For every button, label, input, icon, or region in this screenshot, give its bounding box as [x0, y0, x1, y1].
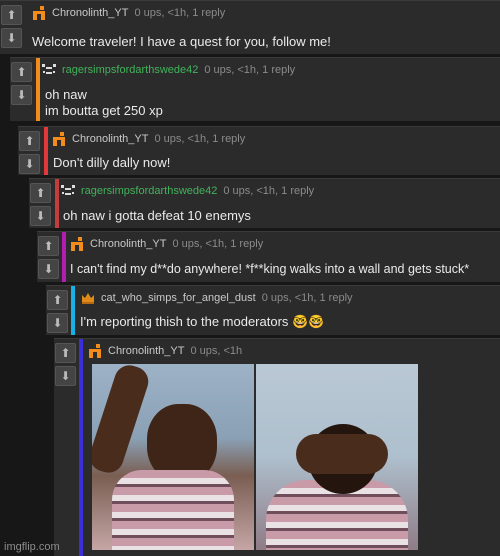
comment-meta: 0 ups, <1h, 1 reply — [261, 292, 353, 304]
comment-text: oh naw im boutta get 250 xp — [45, 87, 163, 118]
orange-r-logo-icon — [89, 344, 101, 358]
comment-3: ⬆ ⬇ Chronolinth_YT 0 ups, <1h, 1 reply D… — [18, 126, 500, 175]
thread-bar — [62, 232, 66, 282]
comment-2: ⬆ ⬇ ragersimpsfordarthswede42 0 ups, <1h… — [10, 57, 500, 121]
comment-username[interactable]: Chronolinth_YT — [52, 7, 128, 19]
comment-6: ⬆ ⬇ cat_who_simps_for_angel_dust 0 ups, … — [46, 285, 500, 335]
comment-username[interactable]: ragersimpsfordarthswede42 — [62, 64, 198, 76]
comment-username[interactable]: Chronolinth_YT — [108, 345, 184, 357]
comment-meta: 0 ups, <1h, 1 reply — [204, 64, 296, 76]
vote-column: ⬆ ⬇ — [10, 58, 33, 105]
comment-username[interactable]: Chronolinth_YT — [72, 133, 148, 145]
comment-header: ragersimpsfordarthswede42 0 ups, <1h, 1 … — [61, 184, 314, 198]
comment-text: I can't find my d**do anywhere! *f**king… — [70, 262, 470, 276]
vote-column: ⬆ ⬇ — [29, 179, 52, 226]
comment-meta: 0 ups, <1h, 1 reply — [154, 133, 246, 145]
downvote-button[interactable]: ⬇ — [38, 259, 59, 279]
upvote-button[interactable]: ⬆ — [47, 290, 68, 310]
thread-bar — [36, 58, 40, 121]
orange-r-logo-icon — [71, 237, 83, 251]
crown-icon — [82, 293, 94, 304]
downvote-button[interactable]: ⬇ — [47, 313, 68, 333]
thread-bar — [55, 179, 59, 228]
orange-r-logo-icon — [33, 6, 45, 20]
comment-text: Welcome traveler! I have a quest for you… — [32, 34, 331, 49]
thread-bar — [79, 339, 83, 556]
thread-bar — [71, 286, 75, 335]
vote-column: ⬆ ⬇ — [46, 286, 69, 333]
comment-header: Chronolinth_YT 0 ups, <1h, 1 reply — [70, 237, 263, 251]
upvote-button[interactable]: ⬆ — [38, 236, 59, 256]
comment-username[interactable]: cat_who_simps_for_angel_dust — [101, 292, 256, 304]
downvote-button[interactable]: ⬇ — [11, 85, 32, 105]
comment-meta: 0 ups, <1h, 1 reply — [134, 7, 226, 19]
comment-username[interactable]: ragersimpsfordarthswede42 — [81, 185, 217, 197]
comment-text: oh naw i gotta defeat 10 enemys — [63, 208, 251, 223]
orange-r-logo-icon — [53, 132, 65, 146]
downvote-button[interactable]: ⬇ — [1, 28, 22, 48]
upvote-button[interactable]: ⬆ — [1, 5, 22, 25]
comment-username[interactable]: Chronolinth_YT — [90, 238, 166, 250]
pixel-face-icon — [61, 185, 75, 195]
comment-4: ⬆ ⬇ ragersimpsfordarthswede42 0 ups, <1h… — [29, 178, 500, 228]
comment-header: ragersimpsfordarthswede42 0 ups, <1h, 1 … — [42, 63, 295, 77]
comment-header: Chronolinth_YT 0 ups, <1h — [88, 344, 242, 358]
vote-column: ⬆ ⬇ — [37, 232, 60, 279]
comment-header: Chronolinth_YT 0 ups, <1h, 1 reply — [52, 132, 245, 146]
vote-column: ⬆ ⬇ — [54, 339, 77, 386]
pixel-face-icon — [42, 64, 56, 74]
upvote-button[interactable]: ⬆ — [55, 343, 76, 363]
downvote-button[interactable]: ⬇ — [19, 154, 40, 174]
vote-column: ⬆ ⬇ — [0, 1, 23, 48]
image-panel-left — [92, 364, 254, 550]
comment-5: ⬆ ⬇ Chronolinth_YT 0 ups, <1h, 1 reply I… — [37, 231, 500, 282]
watermark: imgflip.com — [4, 541, 60, 553]
comment-text: Don't dilly dally now! — [53, 155, 171, 170]
comment-meta: 0 ups, <1h — [190, 345, 243, 357]
thread-bar — [44, 127, 48, 175]
comment-1: ⬆ ⬇ Chronolinth_YT 0 ups, <1h, 1 reply W… — [0, 0, 500, 54]
downvote-button[interactable]: ⬇ — [30, 206, 51, 226]
downvote-button[interactable]: ⬇ — [55, 366, 76, 386]
upvote-button[interactable]: ⬆ — [30, 183, 51, 203]
upvote-button[interactable]: ⬆ — [11, 62, 32, 82]
meme-image[interactable] — [92, 364, 418, 550]
comment-header: Chronolinth_YT 0 ups, <1h, 1 reply — [32, 6, 225, 20]
comment-meta: 0 ups, <1h, 1 reply — [223, 185, 315, 197]
image-panel-right — [256, 364, 418, 550]
comment-header: cat_who_simps_for_angel_dust 0 ups, <1h,… — [81, 291, 353, 305]
comment-meta: 0 ups, <1h, 1 reply — [172, 238, 264, 250]
upvote-button[interactable]: ⬆ — [19, 131, 40, 151]
vote-column: ⬆ ⬇ — [18, 127, 41, 174]
comment-text: I'm reporting thish to the moderators 🤓🤓 — [80, 314, 325, 329]
